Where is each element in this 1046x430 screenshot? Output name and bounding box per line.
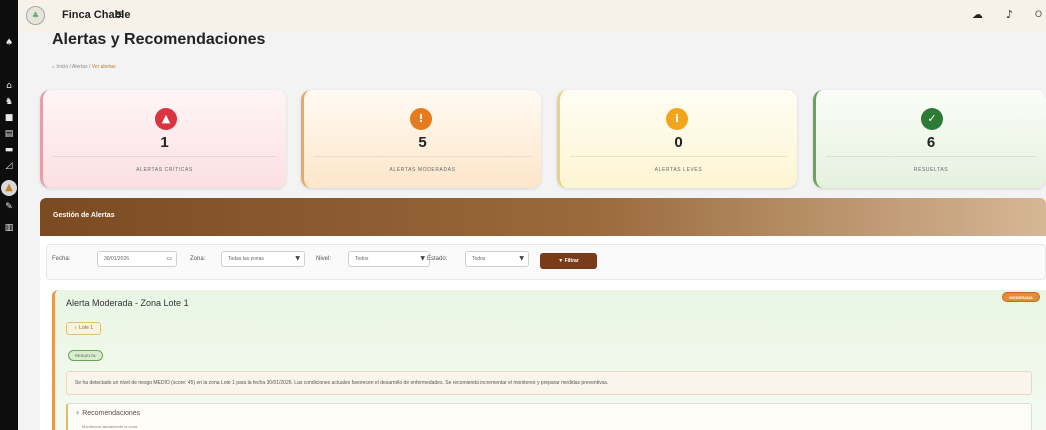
stat-label: ALERTAS CRÍTICAS bbox=[136, 167, 193, 173]
stat-label: RESUELTAS bbox=[913, 167, 949, 173]
stat-count: 0 bbox=[674, 134, 683, 151]
leaf-icon[interactable]: ♠ bbox=[3, 37, 15, 49]
stat-card-critical: ▲ 1 ALERTAS CRÍTICAS bbox=[40, 90, 286, 188]
stat-card-minor: i 0 ALERTAS LEVES bbox=[557, 90, 797, 188]
state-select[interactable]: Todos ▼ bbox=[465, 251, 529, 267]
state-value: Todos bbox=[472, 256, 486, 262]
top-bar: ♣ Finca Chable ≡ ☁ ♪ O bbox=[18, 0, 1046, 32]
chart-icon[interactable]: ◿ bbox=[3, 160, 15, 172]
date-value: 30/01/2026 bbox=[104, 256, 130, 262]
stat-label: ALERTAS LEVES bbox=[654, 167, 703, 173]
zone-value: Todas las zonas bbox=[228, 256, 264, 262]
home-icon[interactable]: ⌂ bbox=[3, 80, 15, 92]
level-value: Todos bbox=[355, 256, 369, 262]
recommendations-box bbox=[66, 403, 1032, 430]
panel-title: Gestión de Alertas bbox=[53, 212, 115, 219]
exclamation-icon: ! bbox=[410, 108, 432, 130]
weather-icon[interactable]: ☁ bbox=[972, 8, 983, 21]
bell-icon[interactable]: ♪ bbox=[1006, 8, 1013, 21]
breadcrumb-current: Ver alertas bbox=[91, 64, 116, 70]
stat-count: 6 bbox=[926, 134, 936, 151]
severity-badge: MODERADA bbox=[1002, 292, 1040, 302]
info-icon: i bbox=[666, 108, 688, 130]
alert-message: Se ha detectado un nivel de riesgo MEDIO… bbox=[66, 371, 1032, 395]
alert-title: Alerta Moderada - Zona Lote 1 bbox=[66, 298, 189, 308]
wrench-icon[interactable]: ✎ bbox=[3, 201, 15, 213]
level-label: Nivel: bbox=[316, 256, 332, 262]
stat-count: 1 bbox=[160, 134, 169, 151]
date-input[interactable]: 30/01/2026 ▭ bbox=[97, 251, 177, 267]
filter-button[interactable]: ▼ Filtrar bbox=[540, 253, 597, 269]
truck-icon[interactable]: ▬ bbox=[3, 144, 15, 156]
chevron-down-icon: ▼ bbox=[295, 255, 300, 262]
status-badge: RESUELTA bbox=[68, 350, 103, 361]
stat-card-moderate: ! 5 ALERTAS MODERADAS bbox=[301, 90, 541, 188]
warning-icon: ▲ bbox=[155, 108, 177, 130]
level-select[interactable]: Todos ▼ bbox=[348, 251, 430, 267]
menu-toggle-icon[interactable]: ≡ bbox=[114, 7, 124, 21]
check-icon: ✓ bbox=[921, 108, 943, 130]
zone-select[interactable]: Todas las zonas ▼ bbox=[221, 251, 305, 267]
breadcrumb-alerts[interactable]: Alertas bbox=[72, 64, 88, 70]
stat-card-resolved: ✓ 6 RESUELTAS bbox=[813, 90, 1046, 188]
breadcrumb: ⌂ Inicio / Alertas / Ver alertas bbox=[52, 64, 116, 70]
stat-count: 5 bbox=[418, 134, 427, 151]
state-label: Estado: bbox=[427, 256, 448, 262]
recommendations-title: ♀ Recomendaciones bbox=[75, 410, 141, 417]
report-icon[interactable]: ▥ bbox=[3, 222, 15, 234]
page-title: Alertas y Recomendaciones bbox=[52, 31, 266, 48]
zone-label: Zona: bbox=[190, 256, 206, 262]
chevron-down-icon: ▼ bbox=[420, 255, 425, 262]
grid-icon[interactable]: ■ bbox=[3, 112, 15, 124]
panel-header: Gestión de Alertas bbox=[40, 198, 1046, 236]
clipboard-icon[interactable]: ▤ bbox=[3, 128, 15, 140]
recommendation-item: Monitorear diariamente la zona bbox=[82, 424, 138, 429]
cow-icon[interactable]: ♞ bbox=[3, 96, 15, 108]
alert-icon[interactable]: ▲ bbox=[1, 180, 17, 196]
sidebar: ♠ ⌂ ♞ ■ ▤ ▬ ◿ ▲ ✎ ▥ bbox=[0, 0, 18, 430]
calendar-icon[interactable]: ▭ bbox=[166, 252, 172, 266]
date-label: Fecha: bbox=[52, 256, 71, 262]
zone-tag: ♀ Lote 1 bbox=[66, 322, 102, 335]
stat-label: ALERTAS MODERADAS bbox=[389, 167, 456, 173]
chevron-down-icon: ▼ bbox=[519, 255, 524, 262]
brand-logo[interactable]: ♣ bbox=[26, 6, 45, 25]
breadcrumb-home[interactable]: Inicio bbox=[56, 64, 68, 70]
user-initials[interactable]: O bbox=[1035, 9, 1042, 19]
